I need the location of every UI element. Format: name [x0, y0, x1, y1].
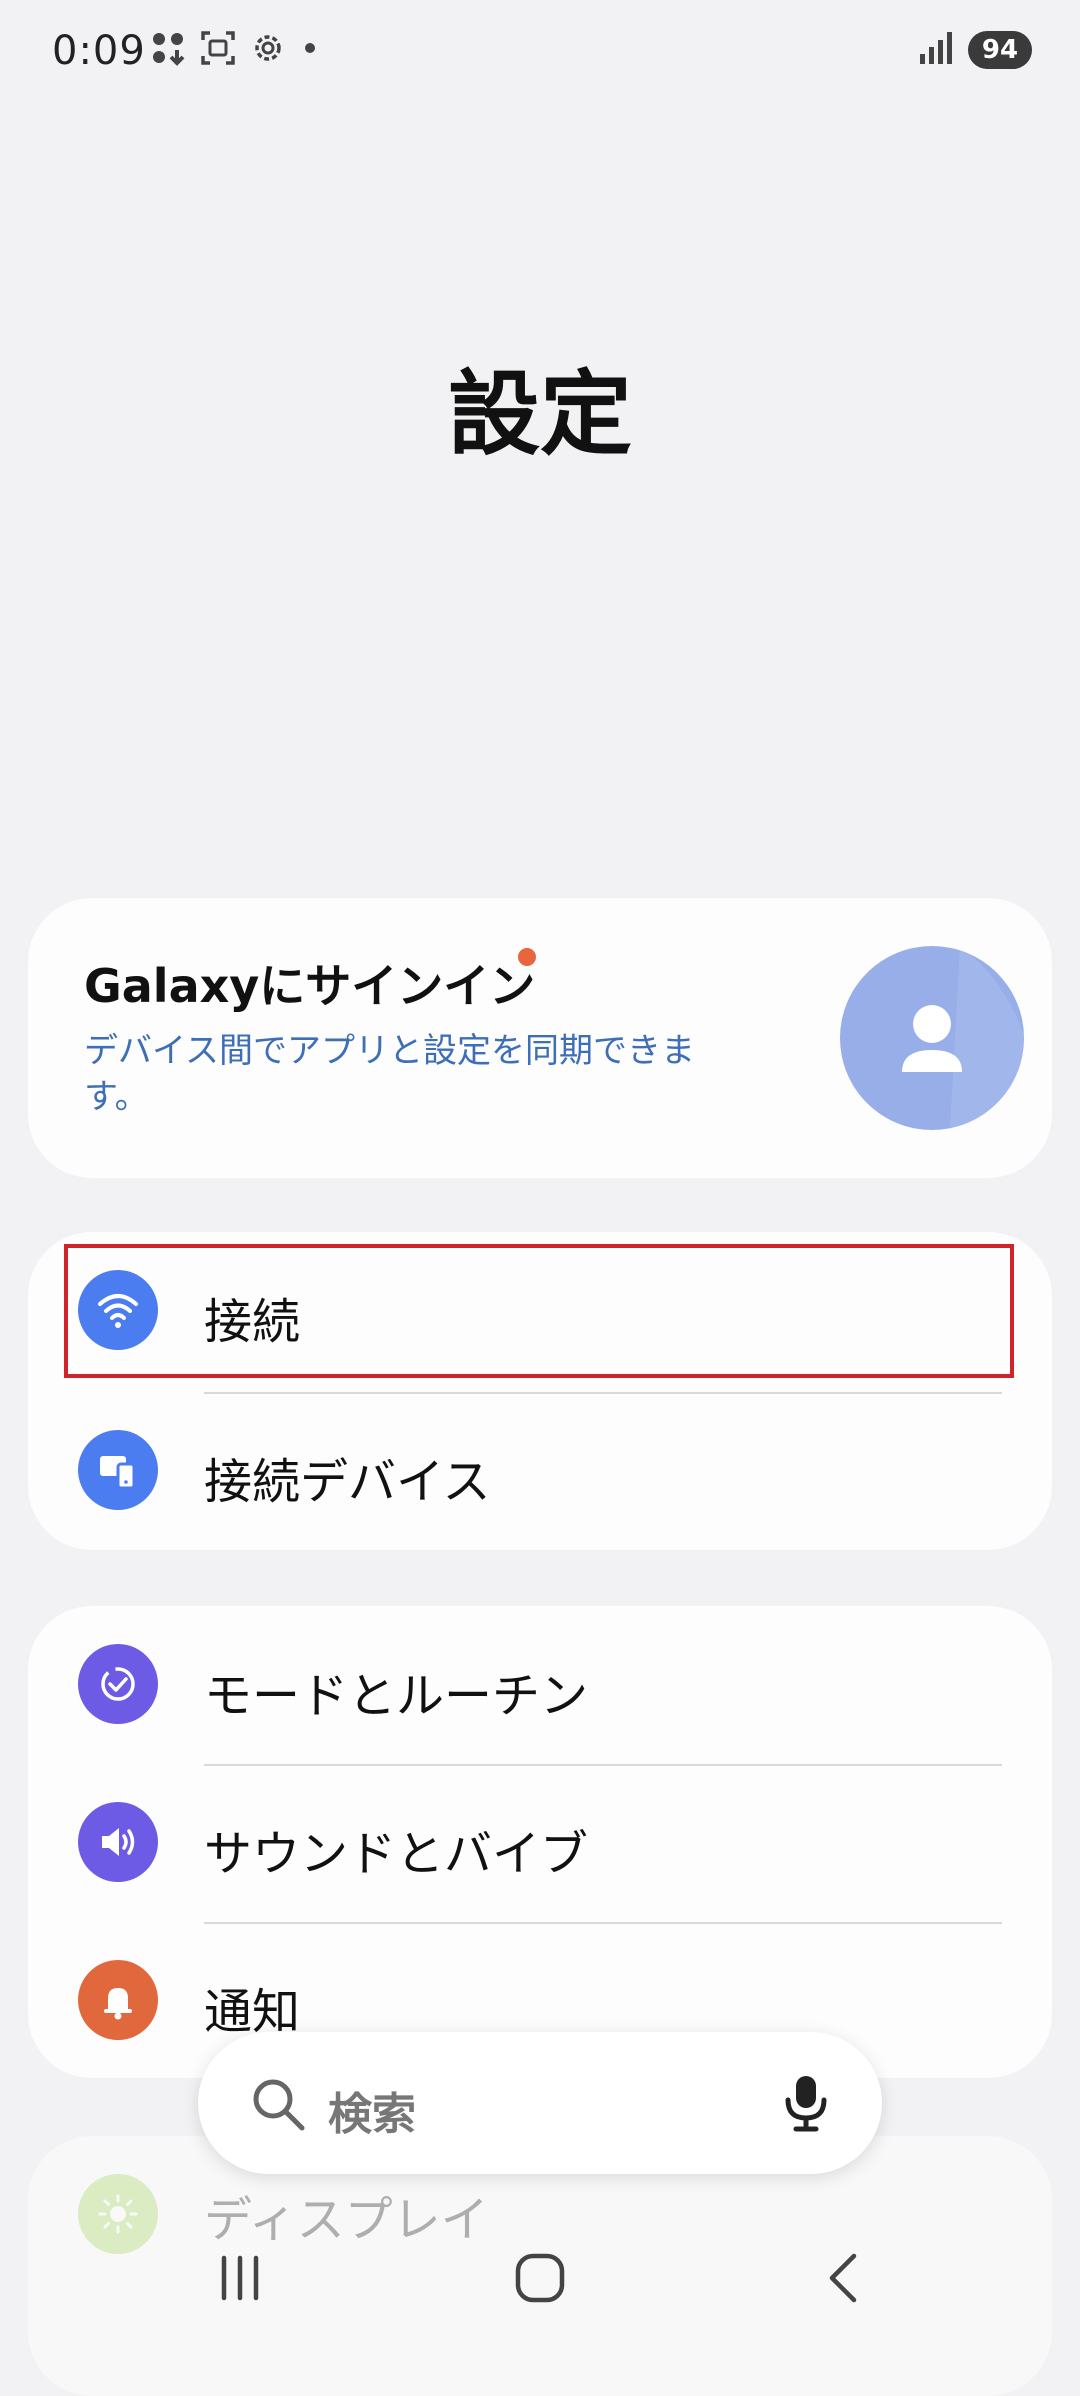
- navigation-bar: [0, 2210, 1080, 2340]
- settings-item-sound-vibration[interactable]: サウンドとバイブ: [28, 1764, 1052, 1922]
- settings-group-general: モードとルーチン サウンドとバイブ 通知: [28, 1606, 1052, 2078]
- status-icons-left: [150, 30, 320, 70]
- gear-icon: [250, 30, 286, 70]
- devices-icon: [78, 1430, 158, 1510]
- settings-item-connected-devices[interactable]: 接続デバイス: [28, 1392, 1052, 1550]
- recents-icon[interactable]: [212, 2250, 268, 2310]
- avatar[interactable]: [840, 946, 1024, 1130]
- settings-item-label: 接続: [204, 1294, 301, 1350]
- dot-icon: [300, 30, 320, 70]
- person-icon: [902, 946, 1024, 1130]
- bell-icon: [78, 1960, 158, 2040]
- search-bar[interactable]: 検索: [198, 2032, 882, 2174]
- account-card[interactable]: Galaxyにサインイン デバイス間でアプリと設定を同期できます。: [28, 898, 1052, 1178]
- account-description: デバイス間でアプリと設定を同期できます。: [84, 1031, 695, 1117]
- status-time: 0:09: [52, 28, 146, 74]
- wifi-icon: [78, 1270, 158, 1350]
- status-bar: 0:09 94: [0, 0, 1080, 104]
- account-title: Galaxyにサインイン: [84, 959, 536, 1013]
- settings-item-label: サウンドとバイブ: [204, 1826, 589, 1882]
- search-placeholder[interactable]: 検索: [328, 2078, 416, 2142]
- routine-icon: [78, 1644, 158, 1724]
- status-icons-right: 94: [918, 30, 1032, 70]
- apps-icon: [150, 30, 186, 70]
- mic-icon[interactable]: [780, 2072, 832, 2138]
- page-title: 設定: [447, 361, 632, 468]
- sound-icon: [78, 1802, 158, 1882]
- home-icon[interactable]: [512, 2250, 568, 2310]
- screenshot-icon: [200, 30, 236, 70]
- settings-item-label: 接続デバイス: [204, 1454, 491, 1510]
- settings-item-label: モードとルーチン: [204, 1668, 589, 1724]
- settings-group-connections: 接続 接続デバイス: [28, 1232, 1052, 1550]
- settings-item-modes-routines[interactable]: モードとルーチン: [28, 1606, 1052, 1764]
- settings-item-connections[interactable]: 接続: [28, 1232, 1052, 1390]
- battery-indicator: 94: [968, 31, 1032, 69]
- search-icon: [248, 2074, 308, 2138]
- signal-icon: [918, 30, 954, 70]
- back-icon[interactable]: [818, 2250, 874, 2310]
- notification-dot: [518, 948, 536, 966]
